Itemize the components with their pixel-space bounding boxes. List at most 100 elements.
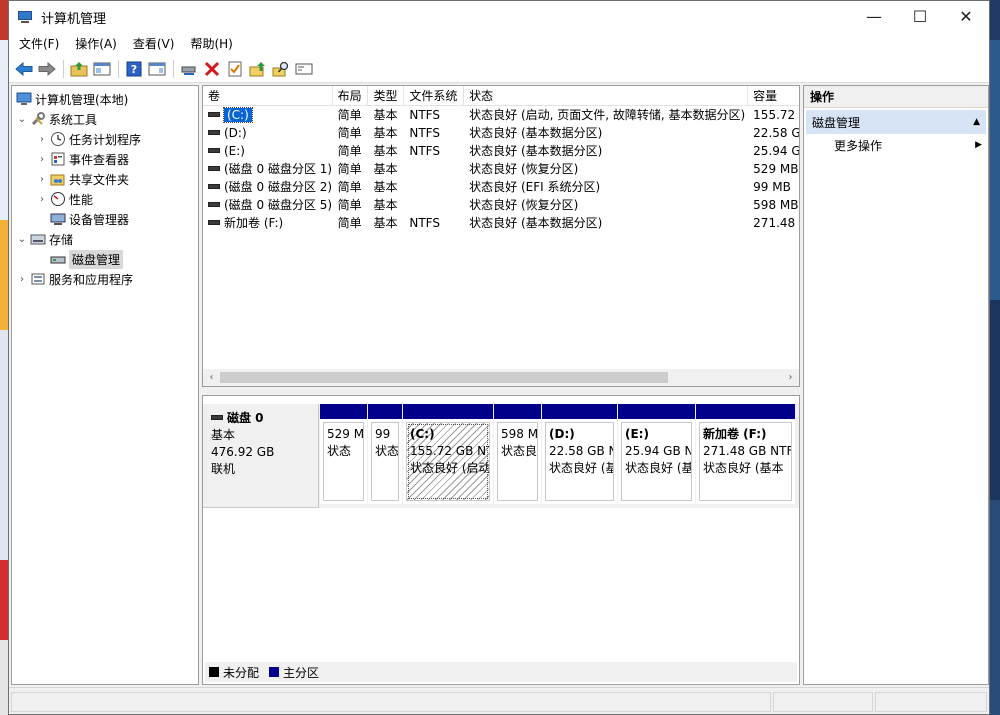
menu-file[interactable]: 文件(F) (11, 33, 67, 55)
disk-management-icon (50, 251, 66, 267)
table-row[interactable]: 新加卷 (F:) 简单 基本 NTFS 状态良好 (基本数据分区) 271.48 (203, 214, 799, 232)
partition-d[interactable]: (D:) 22.58 GB N 状态良好 (基 (542, 404, 617, 504)
collapse-triangle-icon[interactable]: ▲ (973, 117, 980, 127)
volume-capacity: 598 MB (753, 198, 799, 212)
column-header-type[interactable]: 类型 (368, 86, 405, 106)
scroll-right-icon[interactable]: › (782, 369, 799, 386)
table-row[interactable]: (磁盘 0 磁盘分区 5) 简单 基本 状态良好 (恢复分区) 598 MB (203, 196, 799, 214)
column-header-volume[interactable]: 卷 (203, 86, 333, 106)
volume-name: (磁盘 0 磁盘分区 1) (224, 162, 333, 176)
actions-section-disk-management[interactable]: 磁盘管理 ▲ (806, 110, 986, 134)
svg-text:?: ? (131, 63, 137, 76)
title-bar[interactable]: 计算机管理 — ☐ ✕ (9, 1, 989, 33)
table-row[interactable]: (C:) 简单 基本 NTFS 状态良好 (启动, 页面文件, 故障转储, 基本… (203, 106, 799, 124)
search-button[interactable] (270, 58, 292, 80)
volume-status: 状态良好 (启动, 页面文件, 故障转储, 基本数据分区) (469, 108, 746, 122)
help-button[interactable]: ? (123, 58, 145, 80)
volume-icon (208, 166, 220, 171)
show-hide-tree-button[interactable] (91, 58, 113, 80)
column-header-layout[interactable]: 布局 (333, 86, 369, 106)
tree-item-storage[interactable]: ⌄ 存储 (12, 229, 198, 249)
partition-body: 新加卷 (F:) 271.48 GB NTF 状态良好 (基本 (699, 422, 792, 501)
connect-drive-button[interactable] (178, 58, 200, 80)
delete-button[interactable] (201, 58, 223, 80)
more-actions-label: 更多操作 (834, 138, 883, 153)
up-folder-button[interactable] (68, 58, 90, 80)
properties-button[interactable] (224, 58, 246, 80)
minimize-button[interactable]: — (851, 1, 897, 31)
table-row[interactable]: (D:) 简单 基本 NTFS 状态良好 (基本数据分区) 22.58 G (203, 124, 799, 142)
more-actions-item[interactable]: 更多操作 ▶ (804, 134, 988, 156)
tree-item-performance[interactable]: › 性能 (12, 189, 198, 209)
tree-item-root[interactable]: 计算机管理(本地) (12, 89, 198, 109)
volume-type: 基本 (373, 198, 398, 212)
volume-type: 基本 (373, 180, 398, 194)
import-button[interactable] (247, 58, 269, 80)
primary-partition-bar (403, 404, 493, 419)
menu-help[interactable]: 帮助(H) (182, 33, 240, 55)
folder-up-icon (70, 61, 88, 76)
back-button[interactable] (13, 58, 35, 80)
unallocated-swatch (209, 667, 219, 677)
volume-type: 基本 (373, 144, 398, 158)
partition-e[interactable]: (E:) 25.94 GB N 状态良好 (基 (618, 404, 695, 504)
partition-recovery-1[interactable]: 529 M 状态 (320, 404, 367, 504)
expand-chevron-icon[interactable]: › (36, 174, 48, 185)
storage-icon (30, 231, 46, 247)
scroll-track[interactable] (220, 369, 782, 386)
menu-view[interactable]: 查看(V) (125, 33, 183, 55)
column-header-status[interactable]: 状态 (464, 86, 749, 106)
tree-item-device-manager[interactable]: 设备管理器 (12, 209, 198, 229)
tree-item-shared-folders[interactable]: › 共享文件夹 (12, 169, 198, 189)
close-button[interactable]: ✕ (943, 1, 989, 31)
volume-icon (208, 130, 220, 135)
table-row[interactable]: (磁盘 0 磁盘分区 1) 简单 基本 状态良好 (恢复分区) 529 MB (203, 160, 799, 178)
partition-efi[interactable]: 99 状态 (368, 404, 402, 504)
table-row[interactable]: (磁盘 0 磁盘分区 2) 简单 基本 状态良好 (EFI 系统分区) 99 M… (203, 178, 799, 196)
tree-item-services-apps[interactable]: › 服务和应用程序 (12, 269, 198, 289)
show-hide-action-pane-button[interactable] (146, 58, 168, 80)
expand-chevron-icon[interactable]: › (36, 194, 48, 205)
table-row[interactable]: (E:) 简单 基本 NTFS 状态良好 (基本数据分区) 25.94 G (203, 142, 799, 160)
console-tree: 计算机管理(本地) ⌄ 系统工具 › 任务计划程序 › 事件查看器 › 共享文件… (11, 85, 199, 685)
horizontal-scrollbar[interactable]: ‹ › (203, 369, 799, 386)
tree-item-event-viewer[interactable]: › 事件查看器 (12, 149, 198, 169)
volume-name: (磁盘 0 磁盘分区 5) (224, 198, 333, 212)
maximize-button[interactable]: ☐ (897, 1, 943, 31)
column-header-capacity[interactable]: 容量 (748, 86, 799, 106)
tree-item-task-scheduler[interactable]: › 任务计划程序 (12, 129, 198, 149)
volume-layout: 简单 (337, 108, 362, 122)
menu-action[interactable]: 操作(A) (67, 33, 125, 55)
disk-info[interactable]: 磁盘 0 基本 476.92 GB 联机 (203, 404, 319, 508)
clock-icon (50, 131, 66, 147)
partition-c[interactable]: (C:) 155.72 GB NT 状态良好 (启动 (403, 404, 493, 504)
console-button[interactable] (293, 58, 315, 80)
tree-label-root: 计算机管理(本地) (35, 92, 129, 107)
partition-f[interactable]: 新加卷 (F:) 271.48 GB NTF 状态良好 (基本 (696, 404, 795, 504)
volume-name: (E:) (224, 144, 245, 158)
column-header-filesystem[interactable]: 文件系统 (404, 86, 465, 106)
scroll-left-icon[interactable]: ‹ (203, 369, 220, 386)
partition-size: 99 (375, 427, 391, 441)
expand-chevron-icon[interactable]: › (16, 274, 28, 285)
tree-label-device-manager: 设备管理器 (69, 212, 130, 227)
collapse-chevron-icon[interactable]: ⌄ (16, 114, 28, 125)
partition-status: 状态良好 (启动 (410, 461, 490, 475)
forward-button[interactable] (36, 58, 58, 80)
toolbar-separator (63, 59, 64, 78)
expand-chevron-icon[interactable]: › (36, 154, 48, 165)
volume-list-header: 卷 布局 类型 文件系统 状态 容量 (203, 86, 799, 106)
desktop-background-left (0, 0, 8, 715)
partition-recovery-5[interactable]: 598 M 状态良 (494, 404, 541, 504)
pane-splitter[interactable] (202, 387, 800, 395)
volume-name[interactable]: (C:) (223, 107, 253, 123)
tree-item-disk-management[interactable]: 磁盘管理 (12, 249, 198, 269)
disk-state: 联机 (211, 462, 236, 476)
status-cell (11, 692, 771, 712)
legend-primary: 主分区 (283, 665, 320, 680)
tree-item-system-tools[interactable]: ⌄ 系统工具 (12, 109, 198, 129)
partition-name: 新加卷 (F:) (703, 427, 767, 441)
collapse-chevron-icon[interactable]: ⌄ (16, 234, 28, 245)
expand-chevron-icon[interactable]: › (36, 134, 48, 145)
scroll-thumb[interactable] (220, 372, 668, 383)
